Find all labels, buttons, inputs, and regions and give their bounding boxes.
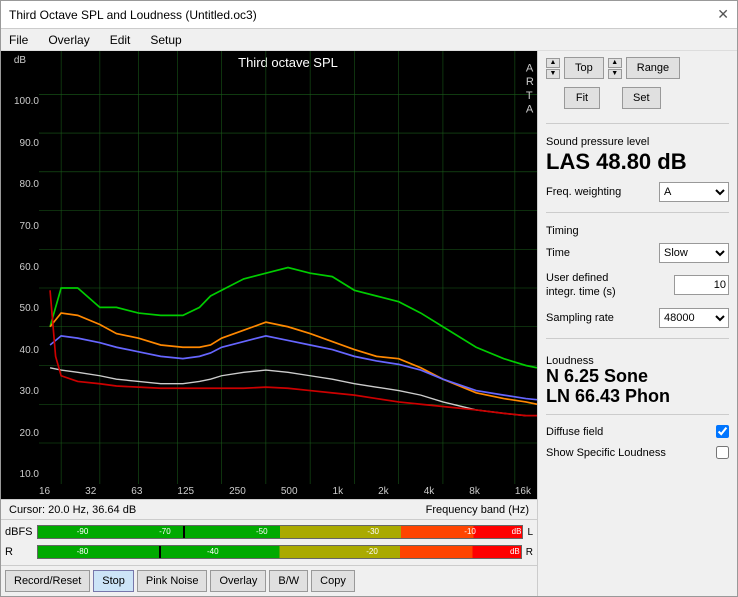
pink-noise-button[interactable]: Pink Noise bbox=[137, 570, 208, 592]
svg-text:A: A bbox=[526, 62, 534, 74]
window-title: Third Octave SPL and Loudness (Untitled.… bbox=[9, 8, 257, 22]
divider-1 bbox=[546, 123, 729, 124]
y-label-30: 30.0 bbox=[3, 386, 39, 397]
menu-file[interactable]: File bbox=[5, 31, 32, 49]
time-label: Time bbox=[546, 247, 570, 259]
user-integr-label: User definedintegr. time (s) bbox=[546, 271, 616, 300]
title-bar: Third Octave SPL and Loudness (Untitled.… bbox=[1, 1, 737, 29]
freq-weighting-row: Freq. weighting A B C Z bbox=[546, 182, 729, 202]
set-button[interactable]: Set bbox=[622, 87, 661, 109]
bottom-buttons-bar: Record/Reset Stop Pink Noise Overlay B/W… bbox=[1, 565, 537, 596]
x-label-32: 32 bbox=[85, 486, 96, 497]
top-button[interactable]: Top bbox=[564, 57, 604, 79]
divider-4 bbox=[546, 414, 729, 415]
channel-r: R bbox=[526, 547, 533, 558]
menu-overlay[interactable]: Overlay bbox=[44, 31, 93, 49]
y-label-100: 100.0 bbox=[3, 96, 39, 107]
menu-setup[interactable]: Setup bbox=[146, 31, 185, 49]
svg-text:R: R bbox=[526, 76, 534, 88]
x-label-8k: 8k bbox=[469, 486, 480, 497]
record-reset-button[interactable]: Record/Reset bbox=[5, 570, 90, 592]
x-label-125: 125 bbox=[177, 486, 194, 497]
fit-button[interactable]: Fit bbox=[564, 87, 600, 109]
x-label-500: 500 bbox=[281, 486, 298, 497]
range-up-button[interactable]: ▲ bbox=[608, 58, 622, 68]
range-down-button[interactable]: ▼ bbox=[608, 69, 622, 79]
user-integr-row: User definedintegr. time (s) bbox=[546, 271, 729, 300]
range-spinner: ▲ ▼ bbox=[608, 58, 622, 79]
y-label-60: 60.0 bbox=[3, 262, 39, 273]
dbfs-label: dBFS bbox=[5, 526, 33, 538]
menu-bar: File Overlay Edit Setup bbox=[1, 29, 737, 51]
stop-button[interactable]: Stop bbox=[93, 570, 134, 592]
x-label-250: 250 bbox=[229, 486, 246, 497]
y-label-40: 40.0 bbox=[3, 345, 39, 356]
main-area: dB 100.0 90.0 80.0 70.0 60.0 50.0 40.0 3… bbox=[1, 51, 737, 596]
timing-label: Timing bbox=[546, 225, 729, 237]
channel-l: L bbox=[527, 527, 533, 538]
meter-area: dBFS -90 -70 -50 -30 -10 dB L R bbox=[1, 519, 537, 565]
loudness-ln: LN 66.43 Phon bbox=[546, 387, 729, 407]
loudness-n: N 6.25 Sone bbox=[546, 367, 729, 387]
r-label: R bbox=[5, 546, 33, 558]
y-label-70: 70.0 bbox=[3, 221, 39, 232]
time-row: Time Fast Slow Impulse Peak bbox=[546, 243, 729, 263]
right-panel: ▲ ▼ Top ▲ ▼ Range Fit Set Sound pressure bbox=[537, 51, 737, 596]
cursor-info: Cursor: 20.0 Hz, 36.64 dB bbox=[9, 504, 136, 516]
freq-band-label: Frequency band (Hz) bbox=[426, 504, 529, 516]
copy-button[interactable]: Copy bbox=[311, 570, 355, 592]
chart-container: dB 100.0 90.0 80.0 70.0 60.0 50.0 40.0 3… bbox=[1, 51, 537, 499]
menu-edit[interactable]: Edit bbox=[106, 31, 135, 49]
spl-section: Sound pressure level LAS 48.80 dB bbox=[546, 132, 729, 176]
bw-button[interactable]: B/W bbox=[269, 570, 308, 592]
diffuse-field-row: Diffuse field bbox=[546, 425, 729, 438]
top-down-button[interactable]: ▼ bbox=[546, 69, 560, 79]
main-window: Third Octave SPL and Loudness (Untitled.… bbox=[0, 0, 738, 597]
top-controls: ▲ ▼ Top ▲ ▼ Range bbox=[546, 57, 729, 79]
svg-text:T: T bbox=[526, 90, 533, 102]
y-label-80: 80.0 bbox=[3, 179, 39, 190]
x-label-1k: 1k bbox=[333, 486, 344, 497]
x-axis: 16 32 63 125 250 500 1k 2k 4k 8k 16k bbox=[1, 484, 537, 499]
db-label: dB bbox=[3, 55, 37, 66]
fit-controls: Fit Set bbox=[546, 87, 729, 109]
x-label-4k: 4k bbox=[424, 486, 435, 497]
x-label-16k: 16k bbox=[515, 486, 531, 497]
diffuse-field-checkbox[interactable] bbox=[716, 425, 729, 438]
sampling-rate-label: Sampling rate bbox=[546, 312, 614, 324]
show-specific-row: Show Specific Loudness bbox=[546, 446, 729, 459]
sampling-rate-row: Sampling rate 44100 48000 96000 bbox=[546, 308, 729, 328]
y-label-50: 50.0 bbox=[3, 303, 39, 314]
cursor-info-bar: Cursor: 20.0 Hz, 36.64 dB Frequency band… bbox=[1, 499, 537, 519]
x-label-63: 63 bbox=[131, 486, 142, 497]
divider-2 bbox=[546, 212, 729, 213]
time-select[interactable]: Fast Slow Impulse Peak bbox=[659, 243, 729, 263]
loudness-label: Loudness bbox=[546, 355, 729, 367]
range-button[interactable]: Range bbox=[626, 57, 680, 79]
divider-3 bbox=[546, 338, 729, 339]
user-integr-input[interactable] bbox=[674, 275, 729, 295]
close-button[interactable]: ✕ bbox=[717, 6, 729, 23]
y-label-20: 20.0 bbox=[3, 428, 39, 439]
spl-section-label: Sound pressure level bbox=[546, 136, 729, 148]
spl-value: LAS 48.80 dB bbox=[546, 150, 729, 174]
sampling-rate-select[interactable]: 44100 48000 96000 bbox=[659, 308, 729, 328]
freq-weighting-label: Freq. weighting bbox=[546, 186, 621, 198]
diffuse-field-label: Diffuse field bbox=[546, 426, 603, 438]
show-specific-label: Show Specific Loudness bbox=[546, 447, 666, 459]
overlay-button[interactable]: Overlay bbox=[210, 570, 266, 592]
loudness-section: Loudness N 6.25 Sone LN 66.43 Phon bbox=[546, 351, 729, 407]
x-label-2k: 2k bbox=[378, 486, 389, 497]
chart-section: dB 100.0 90.0 80.0 70.0 60.0 50.0 40.0 3… bbox=[1, 51, 537, 596]
show-specific-checkbox[interactable] bbox=[716, 446, 729, 459]
top-spinner: ▲ ▼ bbox=[546, 58, 560, 79]
freq-weighting-select[interactable]: A B C Z bbox=[659, 182, 729, 202]
y-label-10: 10.0 bbox=[3, 469, 39, 480]
svg-text:A: A bbox=[526, 103, 534, 115]
y-label-90: 90.0 bbox=[3, 138, 39, 149]
top-up-button[interactable]: ▲ bbox=[546, 58, 560, 68]
x-label-16: 16 bbox=[39, 486, 50, 497]
